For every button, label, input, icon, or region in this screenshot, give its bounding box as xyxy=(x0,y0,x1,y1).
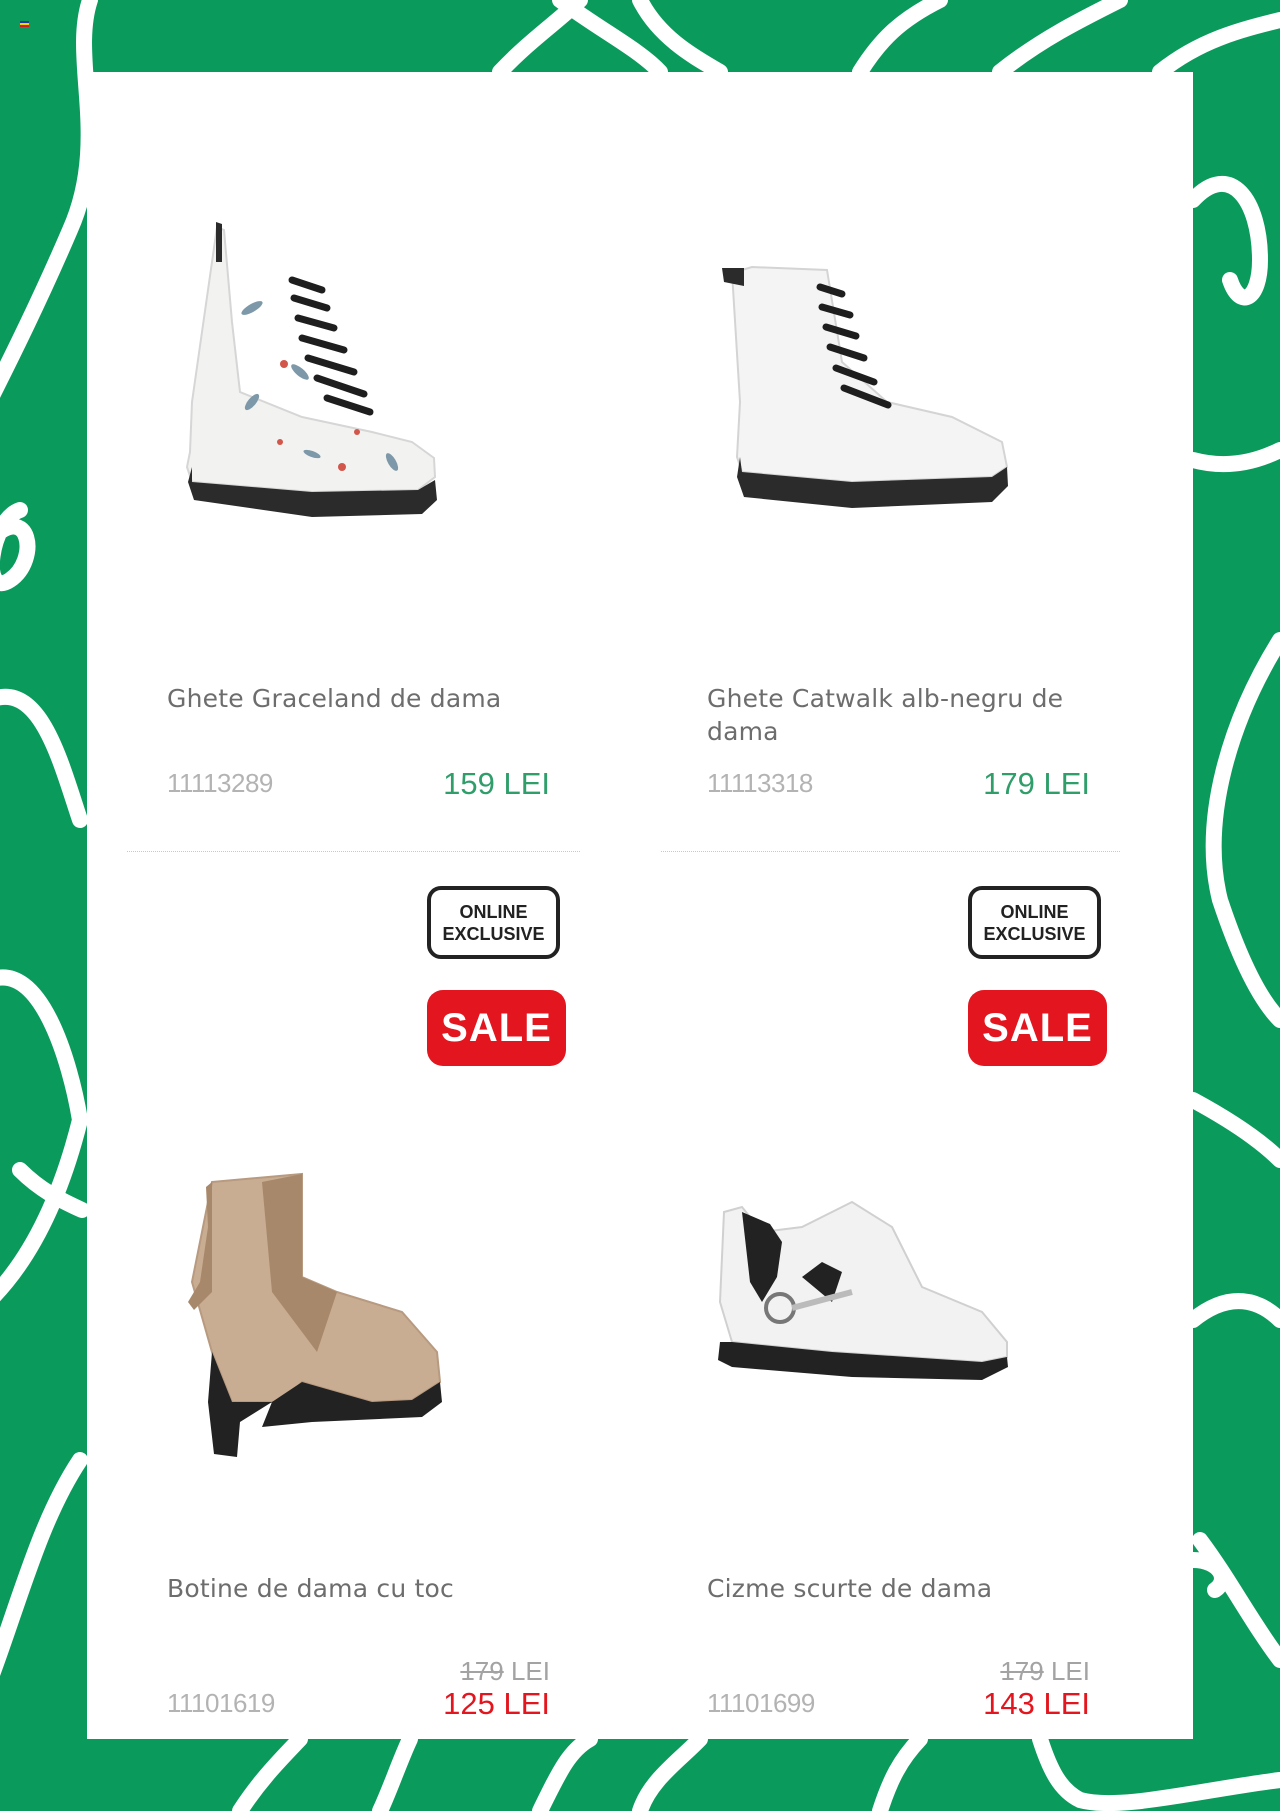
white-buckle-ankle-boot-image xyxy=(718,1200,1008,1380)
product-code: 11113289 xyxy=(167,768,273,798)
divider xyxy=(127,851,580,852)
product-card[interactable]: Ghete Catwalk alb-negru de dama 11113318… xyxy=(652,72,1110,852)
product-price: 125 LEI xyxy=(443,1686,550,1721)
white-floral-lace-up-boot-image xyxy=(185,222,437,517)
product-card[interactable]: ONLINE EXCLUSIVE SALE Botine de dama cu … xyxy=(112,882,570,1721)
product-price: 179 LEI xyxy=(983,766,1090,801)
product-code: 11101699 xyxy=(707,1688,815,1718)
old-price-value: 179 xyxy=(460,1656,504,1686)
white-lace-up-boot-image xyxy=(722,265,1009,508)
product-card[interactable]: Ghete Graceland de dama 11113289 159 LEI xyxy=(112,72,570,852)
catalog-page: Ghete Graceland de dama 11113289 159 LEI… xyxy=(87,72,1193,1739)
old-price-unit: LEI xyxy=(1050,1656,1090,1686)
product-title: Botine de dama cu toc xyxy=(167,1574,454,1603)
old-price-value: 179 xyxy=(1000,1656,1044,1686)
old-price: 179 LEI xyxy=(460,1656,550,1687)
product-code: 11101619 xyxy=(167,1688,275,1718)
beige-heeled-ankle-boot-image xyxy=(188,1172,442,1457)
product-title: Ghete Catwalk alb-negru de dama xyxy=(707,684,1064,746)
product-card[interactable]: ONLINE EXCLUSIVE SALE Cizme scurte de da… xyxy=(652,882,1110,1721)
flag-icon xyxy=(20,21,29,27)
product-code: 11113318 xyxy=(707,768,813,798)
product-price: 159 LEI xyxy=(443,766,550,801)
product-title: Cizme scurte de dama xyxy=(707,1574,993,1603)
old-price-unit: LEI xyxy=(510,1656,550,1686)
old-price: 179 LEI xyxy=(1000,1656,1090,1687)
divider xyxy=(661,851,1120,852)
product-price: 143 LEI xyxy=(983,1686,1090,1721)
product-title: Ghete Graceland de dama xyxy=(167,684,502,713)
